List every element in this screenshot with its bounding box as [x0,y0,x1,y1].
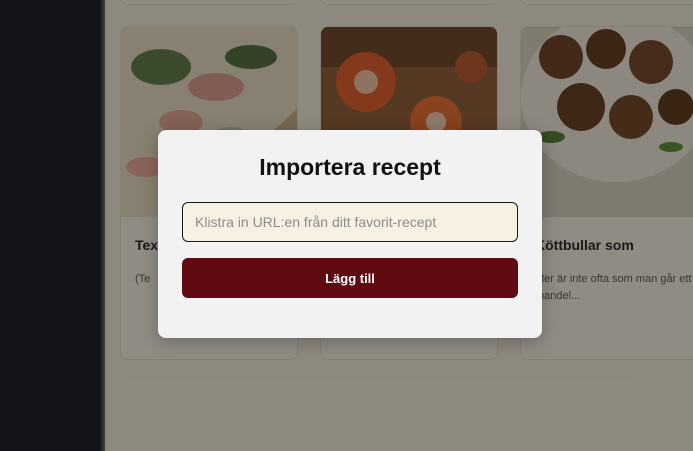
add-recipe-button[interactable]: Lägg till [182,258,518,298]
recipe-url-input[interactable] [182,202,518,242]
import-recipe-dialog: Importera recept Lägg till [158,130,542,338]
app-window: Tex (Te Köttbullar som Mer är inte ofta … [0,0,693,451]
dialog-title: Importera recept [259,154,441,180]
